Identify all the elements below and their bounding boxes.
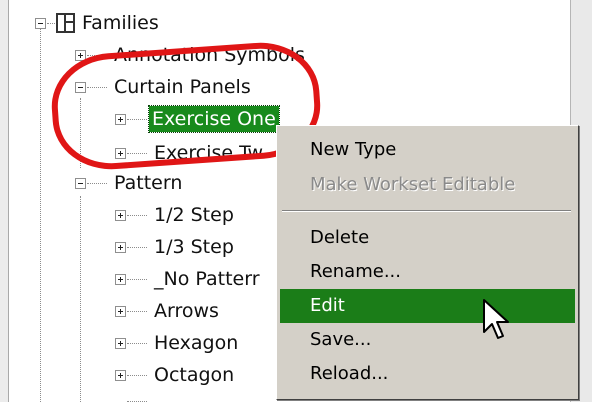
expand-icon[interactable]: [115, 338, 126, 349]
menu-item-new-type[interactable]: New Type: [280, 133, 575, 167]
menu-item-make-workset-editable: Make Workset Editable: [280, 168, 575, 202]
screenshot-stage: Families Annotation Symbols Curtain Pane…: [0, 0, 592, 402]
menu-item-label: Delete: [310, 227, 370, 248]
tree-node-half-step[interactable]: 1/2 Step: [0, 200, 276, 230]
expand-icon[interactable]: [115, 274, 126, 285]
expand-icon[interactable]: [115, 210, 126, 221]
tree-node-octagon[interactable]: Octagon: [0, 360, 276, 390]
menu-item-label: Edit: [310, 295, 345, 316]
menu-item-save[interactable]: Save...: [280, 323, 575, 357]
tree-node-label: 1/2 Step: [154, 204, 234, 226]
tree-node-hexagon[interactable]: Hexagon: [0, 328, 276, 358]
collapse-icon[interactable]: [35, 18, 46, 29]
context-menu: New Type Make Workset Editable Delete Re…: [276, 125, 579, 400]
menu-item-label: Rename...: [310, 261, 401, 282]
tree-node-no-pattern[interactable]: _No Patterr: [0, 264, 276, 294]
arrow-pointer-icon: [483, 299, 509, 339]
tree-node-label: Pattern: [114, 172, 183, 194]
tree-node-families[interactable]: Families: [0, 8, 400, 38]
tree-connector: [127, 279, 147, 281]
tree-node-label: Families: [82, 12, 159, 34]
tree-node-arrows[interactable]: Arrows: [0, 296, 276, 326]
menu-item-rename[interactable]: Rename...: [280, 255, 575, 289]
menu-item-label: Save...: [310, 329, 372, 350]
tree-node-third-step[interactable]: 1/3 Step: [0, 232, 276, 262]
menu-item-label: Make Workset Editable: [310, 174, 516, 195]
menu-item-reload[interactable]: Reload...: [280, 357, 575, 391]
tree-connector: [127, 215, 147, 217]
tree-node-label: _No Patterr: [154, 268, 260, 290]
expand-icon[interactable]: [115, 242, 126, 253]
tree-node-label: Arrows: [154, 300, 219, 322]
tree-connector: [87, 183, 107, 185]
tree-connector: [127, 343, 147, 345]
menu-item-label: New Type: [310, 139, 397, 160]
tree-node-partial: [0, 392, 276, 402]
menu-item-label: Reload...: [310, 363, 389, 384]
expand-icon[interactable]: [115, 306, 126, 317]
families-icon: [56, 13, 75, 33]
tree-node-label: Hexagon: [154, 332, 239, 354]
expand-icon[interactable]: [115, 370, 126, 381]
menu-item-delete[interactable]: Delete: [280, 221, 575, 255]
tree-connector: [127, 375, 147, 377]
menu-item-edit[interactable]: Edit: [280, 289, 575, 323]
tree-connector: [127, 247, 147, 249]
tree-node-label: Octagon: [154, 364, 235, 386]
tree-node-label: 1/3 Step: [154, 236, 234, 258]
tree-node-pattern[interactable]: Pattern: [0, 168, 280, 198]
collapse-icon[interactable]: [75, 178, 86, 189]
tree-connector: [127, 311, 147, 313]
menu-separator: [282, 210, 571, 212]
